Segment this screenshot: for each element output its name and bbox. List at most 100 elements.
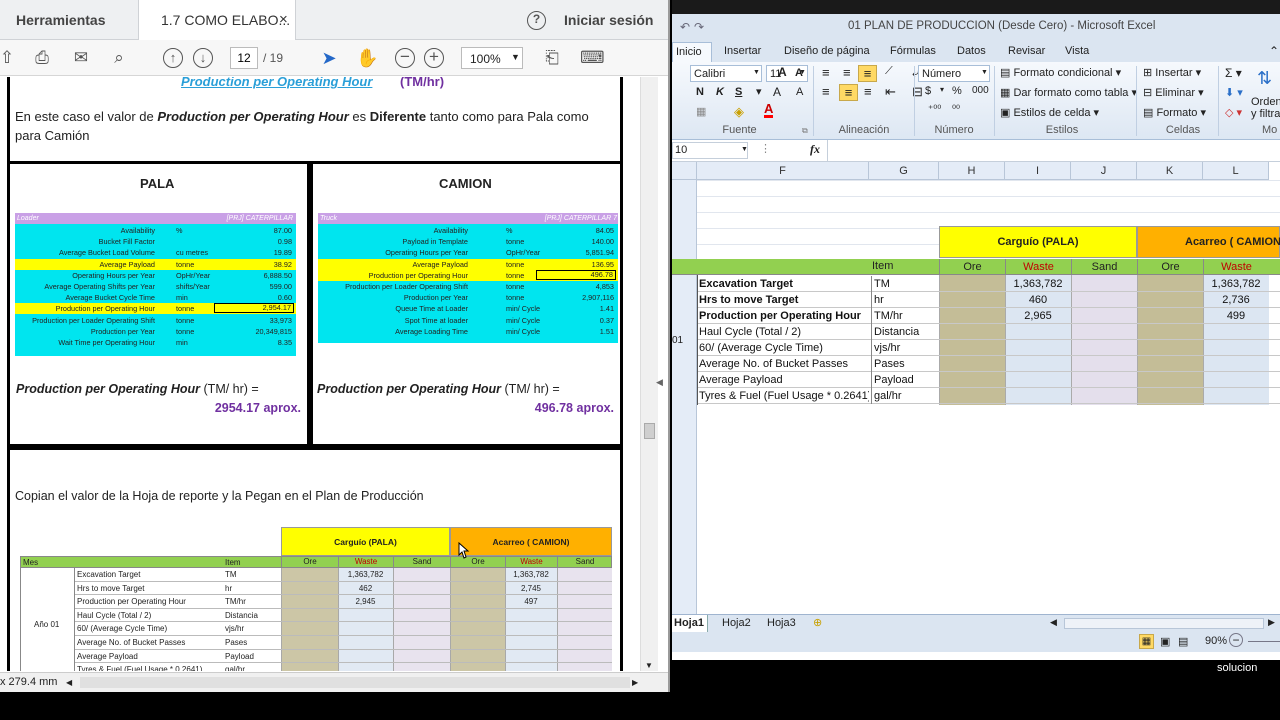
tab-insertar[interactable]: Insertar xyxy=(724,45,761,57)
fx-icon[interactable]: fx xyxy=(810,142,820,157)
delete-cells-button[interactable]: ⊟ Eliminar ▾ xyxy=(1143,86,1204,99)
align-center-icon[interactable]: ≡ xyxy=(839,84,858,101)
column-header-h[interactable]: H xyxy=(939,162,1005,180)
column-header-l[interactable]: L xyxy=(1203,162,1269,180)
horizontal-scrollbar[interactable] xyxy=(1064,618,1264,629)
page-layout-icon[interactable]: ▣ xyxy=(1160,635,1170,648)
indent-icon[interactable]: ⇤ xyxy=(885,84,896,100)
underline-button[interactable]: S xyxy=(735,86,742,98)
upload-icon[interactable]: ⇧ xyxy=(0,47,18,69)
next-page-icon[interactable]: ↓ xyxy=(193,48,213,68)
tab-diseno[interactable]: Diseño de página xyxy=(784,45,870,57)
page-number-input[interactable] xyxy=(230,47,258,69)
grow-font-icon[interactable]: A xyxy=(778,65,787,79)
undo-icon[interactable]: ↶ xyxy=(680,20,690,34)
fill-color-icon[interactable]: ◈ xyxy=(734,104,744,120)
fill-icon[interactable]: ⬇ ▾ xyxy=(1225,86,1243,99)
shrink-font-icon[interactable]: A xyxy=(795,67,803,79)
fit-page-icon[interactable]: ⎗ xyxy=(541,47,563,69)
column-header-k[interactable]: K xyxy=(1137,162,1203,180)
previous-page-icon[interactable]: ↑ xyxy=(163,48,183,68)
zoom-out-icon[interactable]: − xyxy=(1229,633,1243,647)
document-tab[interactable]: 1.7 COMO ELABO... × xyxy=(138,0,296,40)
select-cursor-icon[interactable]: ➤ xyxy=(318,47,340,69)
sub-col-ore[interactable]: Ore xyxy=(1137,259,1203,275)
column-header-i[interactable]: I xyxy=(1005,162,1071,180)
align-middle-icon[interactable]: ≡ xyxy=(843,65,851,80)
formula-expand-icon[interactable]: ⋮ xyxy=(760,142,771,155)
sheet-tab-hoja3[interactable]: Hoja3 xyxy=(767,617,796,629)
redo-icon[interactable]: ↷ xyxy=(694,20,704,34)
table-row[interactable]: Excavation Target TM 1,363,782 1,363,782 xyxy=(697,276,1280,292)
zoom-out-icon[interactable]: − xyxy=(395,48,415,68)
spreadsheet-grid[interactable]: FGHIJKL 01 Carguío (PALA) Acarreo ( CAMI… xyxy=(672,162,1280,614)
scroll-right-icon[interactable]: ▶ xyxy=(1268,617,1275,628)
sheet-tab-hoja2[interactable]: Hoja2 xyxy=(722,617,751,629)
print-icon[interactable]: ⎙ xyxy=(31,47,53,69)
collapse-panel-icon[interactable]: ◀ xyxy=(656,377,663,388)
tab-datos[interactable]: Datos xyxy=(957,45,986,57)
chevron-down-icon[interactable]: ▾ xyxy=(756,85,762,98)
table-row[interactable]: Tyres & Fuel (Fuel Usage * 0.2641) gal/hr xyxy=(697,388,1280,404)
align-right-icon[interactable]: ≡ xyxy=(864,84,872,99)
conditional-format-button[interactable]: ▤ Formato condicional ▾ xyxy=(1000,66,1121,79)
scroll-thumb[interactable] xyxy=(644,423,655,439)
acarreo-header[interactable]: Acarreo ( CAMION) xyxy=(1137,226,1280,258)
column-header-j[interactable]: J xyxy=(1071,162,1137,180)
tab-inicio[interactable]: Inicio xyxy=(672,42,712,62)
format-as-table-button[interactable]: ▦ Dar formato como tabla ▾ xyxy=(1000,86,1137,99)
table-row[interactable]: Production per Operating Hour TM/hr 2,965 4… xyxy=(697,308,1280,324)
align-bottom-icon[interactable]: ≡ xyxy=(858,65,877,82)
scroll-left-icon[interactable]: ◀ xyxy=(66,673,72,692)
zoom-slider[interactable] xyxy=(1248,641,1280,642)
pdf-horizontal-scrollbar[interactable] xyxy=(80,677,630,688)
percent-icon[interactable]: % xyxy=(952,85,962,97)
mail-icon[interactable]: ✉ xyxy=(70,47,92,69)
tab-formulas[interactable]: Fórmulas xyxy=(890,45,936,57)
sub-col-waste[interactable]: Waste xyxy=(1005,259,1071,275)
font-color-icon[interactable]: A xyxy=(764,102,774,118)
sub-col-waste[interactable]: Waste xyxy=(1203,259,1269,275)
font-name-select[interactable]: Calibri ▼ xyxy=(690,65,762,82)
sort-filter-icon[interactable]: ⇅ xyxy=(1257,68,1272,89)
currency-icon[interactable]: $ xyxy=(925,85,931,97)
sort-filter-label-2[interactable]: y filtrar xyxy=(1251,108,1280,120)
sub-col-ore[interactable]: Ore xyxy=(939,259,1005,275)
page-break-icon[interactable]: ▤ xyxy=(1178,635,1188,648)
help-icon[interactable]: ⌃ xyxy=(1269,44,1279,58)
number-format-select[interactable]: Número ▼ xyxy=(918,65,990,82)
zoom-select[interactable]: 100% ▼ xyxy=(461,47,523,69)
help-icon[interactable]: ? xyxy=(527,11,546,30)
table-row[interactable]: Average Payload Payload xyxy=(697,372,1280,388)
sign-in-link[interactable]: Iniciar sesión xyxy=(564,0,653,40)
column-header-g[interactable]: G xyxy=(869,162,939,180)
scroll-right-icon[interactable]: ▶ xyxy=(632,673,638,692)
increase-decimal-icon[interactable]: ⁺⁰⁰ xyxy=(928,104,941,115)
orientation-icon[interactable]: ⟋ xyxy=(885,65,893,78)
search-icon[interactable]: ⌕ xyxy=(108,47,130,69)
normal-view-icon[interactable]: ▦ xyxy=(1139,634,1154,649)
formula-input[interactable] xyxy=(827,140,1280,162)
bold-button[interactable]: N xyxy=(696,86,704,98)
align-top-icon[interactable]: ≡ xyxy=(822,65,830,80)
table-row[interactable]: Average No. of Bucket Passes Pases xyxy=(697,356,1280,372)
dialog-launcher-icon[interactable]: ⧉ xyxy=(802,126,808,136)
carguio-header[interactable]: Carguío (PALA) xyxy=(939,226,1137,258)
scroll-left-icon[interactable]: ◀ xyxy=(1050,617,1057,628)
autosum-icon[interactable]: Σ ▾ xyxy=(1225,66,1242,80)
decrease-font-icon[interactable]: A xyxy=(796,86,803,98)
increase-font-icon[interactable]: A xyxy=(773,85,781,99)
zoom-in-icon[interactable]: + xyxy=(424,48,444,68)
thousands-icon[interactable]: 000 xyxy=(972,85,989,96)
borders-icon[interactable]: ▦ xyxy=(696,105,706,118)
tools-tab[interactable]: Herramientas xyxy=(16,0,106,40)
table-row[interactable]: 60/ (Average Cycle Time) vjs/hr xyxy=(697,340,1280,356)
align-left-icon[interactable]: ≡ xyxy=(822,84,830,99)
insert-cells-button[interactable]: ⊞ Insertar ▾ xyxy=(1143,66,1201,79)
zoom-level[interactable]: 90% xyxy=(1205,635,1227,647)
scroll-down-icon[interactable]: ▼ xyxy=(645,661,653,670)
keyboard-icon[interactable]: ⌨ xyxy=(580,47,605,69)
chevron-down-icon[interactable]: ▾ xyxy=(940,85,944,94)
pdf-vertical-scrollbar[interactable]: ▼ xyxy=(640,77,658,671)
column-header-f[interactable]: F xyxy=(697,162,869,180)
